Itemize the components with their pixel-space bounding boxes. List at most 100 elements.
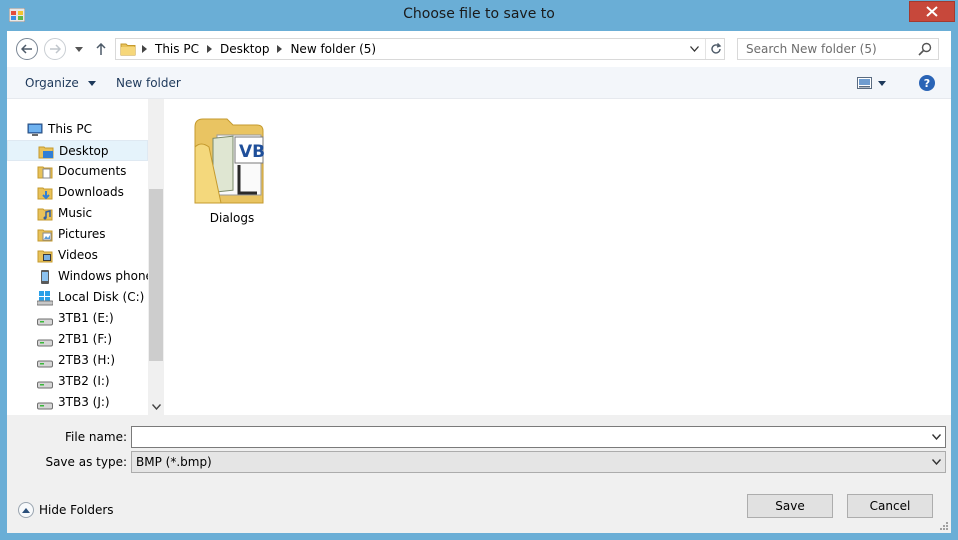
- chevron-down-icon: [931, 459, 941, 465]
- folder-icon: [120, 43, 136, 56]
- file-list[interactable]: VB Dialogs: [164, 99, 951, 415]
- drive-icon: [37, 402, 53, 410]
- chevron-right-icon: [142, 45, 147, 53]
- svg-text:VB: VB: [239, 142, 265, 162]
- help-button[interactable]: ?: [919, 75, 935, 91]
- navigation-pane: This PC Desktop Documents Downloads Musi…: [7, 99, 164, 415]
- file-name-input[interactable]: [132, 427, 924, 447]
- tree-item-label: Videos: [58, 248, 98, 262]
- search-box[interactable]: [737, 38, 939, 60]
- tree-item-this-pc[interactable]: This PC: [7, 119, 148, 140]
- tree-item-label: Downloads: [58, 185, 124, 199]
- crumb-new-folder[interactable]: New folder (5): [288, 42, 378, 56]
- title-bar: Choose file to save to: [0, 0, 958, 32]
- close-button[interactable]: [909, 1, 955, 22]
- tree-item-label: Windows phone: [58, 269, 148, 283]
- organize-label: Organize: [25, 76, 79, 90]
- pictures-folder-icon: [37, 229, 53, 242]
- chevron-down-icon: [689, 46, 699, 52]
- tree-item-local-disk-c[interactable]: Local Disk (C:): [7, 287, 148, 308]
- save-type-dropdown-button[interactable]: [929, 456, 943, 468]
- arrow-up-icon: [96, 43, 106, 55]
- file-name-dropdown-button[interactable]: [929, 431, 943, 443]
- window-title: Choose file to save to: [403, 6, 555, 22]
- chevron-down-icon: [75, 46, 83, 52]
- address-row: This PC Desktop New folder (5): [7, 31, 951, 67]
- tree-item-desktop[interactable]: Desktop: [7, 140, 148, 161]
- tree-item-label: 3TB3 (J:): [58, 395, 110, 409]
- hide-folders-button[interactable]: Hide Folders: [18, 501, 114, 519]
- dialog-body: This PC Desktop New folder (5) Search Ne…: [7, 31, 951, 533]
- chevron-down-icon: [931, 434, 941, 440]
- hide-folders-label: Hide Folders: [39, 503, 114, 517]
- tree-item-downloads[interactable]: Downloads: [7, 182, 148, 203]
- tree-item-label: Documents: [58, 164, 127, 178]
- tree-item-3tb3-j[interactable]: 3TB3 (J:): [7, 392, 148, 413]
- tree-item-2tb1-f[interactable]: 2TB1 (F:): [7, 329, 148, 350]
- arrow-right-icon: [50, 44, 61, 54]
- recent-locations-button[interactable]: [71, 38, 87, 60]
- forward-button[interactable]: [44, 38, 66, 60]
- drive-icon: [37, 318, 53, 326]
- drive-icon: [37, 339, 53, 347]
- save-type-select[interactable]: BMP (*.bmp): [131, 451, 946, 473]
- cancel-button[interactable]: Cancel: [847, 494, 933, 518]
- crumb-this-pc[interactable]: This PC: [153, 42, 201, 56]
- help-icon: ?: [923, 76, 931, 90]
- save-type-value: BMP (*.bmp): [136, 455, 212, 469]
- chevron-down-icon: [87, 81, 96, 86]
- computer-icon: [27, 123, 43, 136]
- organize-menu[interactable]: Organize: [25, 76, 96, 90]
- tree-item-label: 2TB3 (H:): [58, 353, 116, 367]
- back-button[interactable]: [16, 38, 38, 60]
- file-item-dialogs[interactable]: VB Dialogs: [187, 107, 277, 225]
- tree-item-documents[interactable]: Documents: [7, 161, 148, 182]
- chevron-up-icon: [18, 502, 34, 518]
- tree-item-music[interactable]: Music: [7, 203, 148, 224]
- address-bar[interactable]: This PC Desktop New folder (5): [115, 38, 725, 60]
- arrow-left-icon: [21, 44, 32, 54]
- new-folder-button[interactable]: New folder: [116, 76, 181, 90]
- tree-item-videos[interactable]: Videos: [7, 245, 148, 266]
- save-button[interactable]: Save: [747, 494, 833, 518]
- refresh-icon: [710, 43, 721, 54]
- chevron-down-icon: [151, 404, 161, 410]
- tree-scrollbar[interactable]: [148, 99, 164, 415]
- tree-item-windows-phone[interactable]: Windows phone: [7, 266, 148, 287]
- chevron-right-icon[interactable]: [206, 45, 212, 53]
- tree-item-2tb3-h[interactable]: 2TB3 (H:): [7, 350, 148, 371]
- tree-item-label: 3TB1 (E:): [58, 311, 114, 325]
- tree-item-pictures[interactable]: Pictures: [7, 224, 148, 245]
- drive-icon: [37, 381, 53, 389]
- tree-item-label: Local Disk (C:): [58, 290, 145, 304]
- tree-item-label: 2TB1 (F:): [58, 332, 113, 346]
- tree-item-label: 3TB2 (I:): [58, 374, 110, 388]
- save-options-panel: File name: Save as type: BMP (*.bmp) Hid…: [7, 415, 951, 533]
- tree-item-3tb1-e[interactable]: 3TB1 (E:): [7, 308, 148, 329]
- chevron-right-icon[interactable]: [277, 45, 283, 53]
- save-dialog-window: Choose file to save to This PC Desktop N…: [0, 0, 958, 540]
- phone-icon: [41, 270, 49, 284]
- save-type-label: Save as type:: [45, 455, 127, 469]
- scroll-down-button[interactable]: [148, 399, 164, 415]
- breadcrumb: This PC Desktop New folder (5): [116, 39, 378, 59]
- file-name-label: File name:: [65, 430, 127, 444]
- tree-item-3tb2-i[interactable]: 3TB2 (I:): [7, 371, 148, 392]
- downloads-folder-icon: [37, 187, 53, 200]
- address-dropdown-button[interactable]: [686, 42, 702, 56]
- chevron-down-icon: [878, 80, 886, 86]
- search-icon[interactable]: [918, 42, 932, 56]
- up-button[interactable]: [93, 38, 109, 60]
- command-bar: Organize New folder ?: [7, 67, 951, 99]
- change-view-button[interactable]: [857, 75, 893, 91]
- close-icon: [926, 6, 938, 17]
- resize-grip-icon[interactable]: [937, 519, 949, 531]
- search-input[interactable]: [738, 39, 914, 59]
- tree-item-label: Music: [58, 206, 93, 220]
- desktop-folder-icon: [38, 146, 54, 159]
- crumb-desktop[interactable]: Desktop: [218, 42, 272, 56]
- refresh-button[interactable]: [705, 39, 725, 59]
- scrollbar-thumb[interactable]: [149, 189, 163, 361]
- file-name-combobox[interactable]: [131, 426, 946, 448]
- folder-tree: This PC Desktop Documents Downloads Musi…: [7, 99, 148, 415]
